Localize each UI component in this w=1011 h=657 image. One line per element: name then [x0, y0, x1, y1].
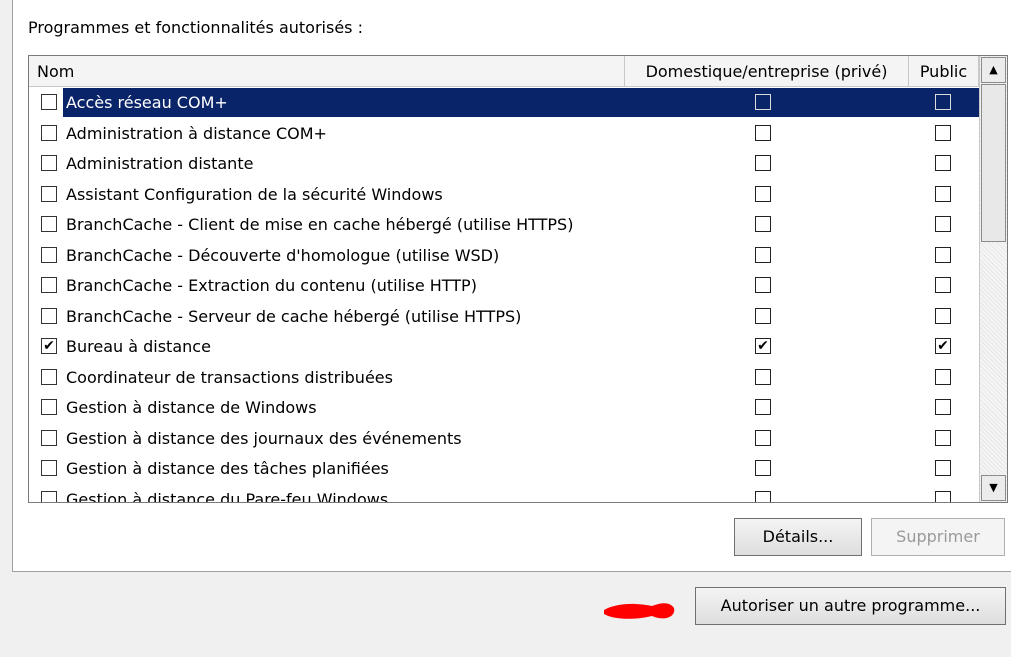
program-label: Assistant Configuration de la sécurité W… [66, 184, 443, 204]
enable-checkbox[interactable] [41, 216, 57, 232]
public-checkbox[interactable] [935, 155, 951, 171]
list-item[interactable]: Assistant Configuration de la sécurité W… [29, 179, 979, 210]
list-header: Nom Domestique/entreprise (privé) Public [29, 56, 979, 87]
column-header-name[interactable]: Nom [29, 56, 625, 86]
scroll-down-arrow-icon[interactable]: ▼ [981, 475, 1006, 501]
list-item[interactable]: Administration à distance COM+ [29, 118, 979, 149]
public-checkbox[interactable] [935, 124, 951, 141]
program-label: Accès réseau COM+ [64, 88, 230, 117]
program-label: Coordinateur de transactions distribuées [66, 367, 393, 387]
public-checkbox[interactable] [935, 460, 951, 476]
public-checkbox[interactable] [935, 429, 951, 446]
list-item[interactable]: BranchCache - Découverte d'homologue (ut… [29, 240, 979, 271]
enable-checkbox[interactable] [41, 307, 57, 324]
public-checkbox[interactable] [935, 307, 951, 324]
public-checkbox[interactable] [935, 399, 951, 415]
public-checkbox[interactable] [935, 216, 951, 232]
program-label: Bureau à distance [66, 337, 211, 356]
enable-checkbox[interactable]: ✔ [41, 338, 57, 354]
firewall-allowed-programs-panel: Programmes et fonctionnalités autorisés … [0, 0, 1011, 657]
list-rows: Accès réseau COM+ Administration à distan… [29, 87, 979, 503]
list-item[interactable]: Gestion à distance du Pare-feu Windows [29, 484, 979, 503]
domestic-checkbox[interactable] [755, 185, 771, 202]
enable-checkbox[interactable] [41, 490, 57, 502]
domestic-checkbox[interactable] [755, 246, 771, 263]
domestic-checkbox[interactable] [755, 277, 771, 293]
domestic-checkbox[interactable] [755, 155, 771, 171]
program-label: Gestion à distance des tâches planifiées [66, 459, 389, 478]
list-item[interactable]: BranchCache - Client de mise en cache hé… [29, 209, 979, 240]
domestic-checkbox[interactable]: ✔ [755, 338, 771, 354]
domestic-checkbox[interactable] [755, 429, 771, 446]
enable-checkbox[interactable] [41, 155, 57, 171]
domestic-checkbox[interactable] [755, 460, 771, 476]
public-checkbox[interactable] [935, 94, 951, 110]
domestic-checkbox[interactable] [755, 307, 771, 324]
vertical-scrollbar[interactable]: ▲ ▼ [979, 56, 1007, 502]
program-label: BranchCache - Extraction du contenu (uti… [66, 276, 477, 295]
program-label: Gestion à distance de Windows [66, 398, 317, 417]
enable-checkbox[interactable] [41, 246, 57, 263]
list-item[interactable]: Accès réseau COM+ [29, 87, 979, 118]
domestic-checkbox[interactable] [755, 490, 771, 502]
public-checkbox[interactable] [935, 277, 951, 293]
list-item[interactable]: Gestion à distance de Windows [29, 392, 979, 423]
list-item[interactable]: Gestion à distance des tâches planifiées [29, 453, 979, 484]
program-label: BranchCache - Découverte d'homologue (ut… [66, 245, 500, 265]
remove-button: Supprimer [871, 518, 1005, 556]
program-label: Administration à distance COM+ [66, 123, 327, 143]
public-checkbox[interactable]: ✔ [935, 338, 951, 354]
list-item[interactable]: Coordinateur de transactions distribuées [29, 362, 979, 393]
domestic-checkbox[interactable] [755, 216, 771, 232]
column-header-domestic[interactable]: Domestique/entreprise (privé) [625, 56, 909, 86]
enable-checkbox[interactable] [41, 399, 57, 415]
enable-checkbox[interactable] [41, 94, 57, 110]
scrollbar-thumb[interactable] [981, 84, 1006, 242]
program-label: BranchCache - Serveur de cache hébergé (… [66, 306, 522, 326]
enable-checkbox[interactable] [41, 460, 57, 476]
column-header-public[interactable]: Public [909, 56, 979, 86]
list-item[interactable]: Gestion à distance des journaux des évén… [29, 423, 979, 454]
list-item[interactable]: BranchCache - Extraction du contenu (uti… [29, 270, 979, 301]
list-caption: Programmes et fonctionnalités autorisés … [28, 18, 363, 37]
enable-checkbox[interactable] [41, 277, 57, 293]
program-label: Gestion à distance du Pare-feu Windows [66, 489, 389, 503]
public-checkbox[interactable] [935, 246, 951, 263]
scroll-up-arrow-icon[interactable]: ▲ [981, 57, 1006, 83]
program-label: BranchCache - Client de mise en cache hé… [66, 215, 574, 234]
domestic-checkbox[interactable] [755, 368, 771, 385]
program-label: Administration distante [66, 154, 254, 173]
enable-checkbox[interactable] [41, 368, 57, 385]
details-button[interactable]: Détails... [734, 518, 862, 556]
domestic-checkbox[interactable] [755, 124, 771, 141]
public-checkbox[interactable] [935, 185, 951, 202]
list-item[interactable]: Administration distante [29, 148, 979, 179]
domestic-checkbox[interactable] [755, 94, 771, 110]
public-checkbox[interactable] [935, 490, 951, 502]
allowed-programs-list[interactable]: Nom Domestique/entreprise (privé) Public… [28, 55, 1008, 503]
enable-checkbox[interactable] [41, 124, 57, 141]
list-item[interactable]: BranchCache - Serveur de cache hébergé (… [29, 301, 979, 332]
enable-checkbox[interactable] [41, 185, 57, 202]
public-checkbox[interactable] [935, 368, 951, 385]
red-arrow-mark [604, 603, 675, 619]
allow-other-program-button[interactable]: Autoriser un autre programme... [695, 587, 1006, 625]
list-item[interactable]: ✔ Bureau à distance ✔ ✔ [29, 331, 979, 362]
domestic-checkbox[interactable] [755, 399, 771, 415]
program-label: Gestion à distance des journaux des évén… [66, 428, 462, 448]
enable-checkbox[interactable] [41, 429, 57, 446]
